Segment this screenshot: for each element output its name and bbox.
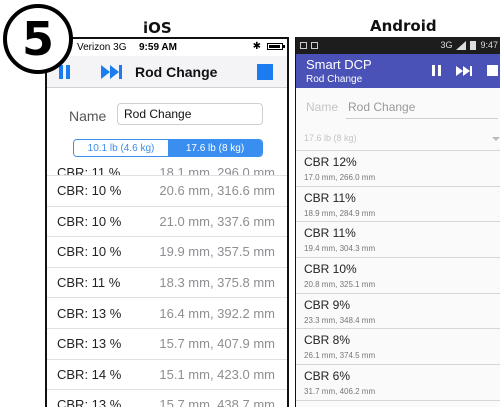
depth-value: 15.1 mm, 423.0 mm — [159, 366, 275, 382]
image-icon — [311, 42, 318, 49]
cbr-label: CBR 6% — [304, 369, 351, 384]
step-number-badge: 5 — [3, 4, 73, 74]
cbr-label: CBR: 13 % — [57, 397, 122, 407]
list-item[interactable]: CBR: 10 % 20.6 mm, 316.6 mm — [47, 176, 287, 207]
list-item[interactable]: CBR 9% 23.3 mm, 348.4 mm — [296, 294, 500, 330]
cbr-label: CBR 10% — [304, 262, 357, 277]
weight-segmented-control: 10.1 lb (4.6 kg) 17.6 lb (8 kg) — [73, 139, 263, 157]
android-status-bar: 3G 9:47 — [296, 37, 500, 54]
name-label: Name — [69, 108, 107, 124]
list-item[interactable]: CBR 8% 26.1 mm, 374.5 mm — [296, 329, 500, 366]
name-field-underline — [346, 118, 498, 119]
depth-value: 18.1 mm, 296.0 mm — [159, 165, 275, 176]
list-item[interactable]: CBR: 11 % 18.1 mm, 296.0 mm — [47, 158, 287, 176]
depth-value: 20.6 mm, 316.6 mm — [159, 183, 275, 199]
weight-option-light[interactable]: 10.1 lb (4.6 kg) — [74, 140, 168, 156]
cbr-label: CBR 11% — [304, 190, 356, 205]
list-item[interactable]: CBR 6% 31.7 mm, 406.2 mm — [296, 365, 500, 401]
reading-list: CBR: 11 % 18.1 mm, 296.0 mm CBR: 10 % 20.6… — [47, 158, 287, 407]
cbr-label: CBR: 13 % — [57, 305, 122, 321]
list-item[interactable]: CBR: 13 % 15.7 mm, 407.9 mm — [47, 329, 287, 360]
name-row: Name Rod Change — [47, 102, 287, 128]
list-item[interactable]: CBR: 13 % 16.4 mm, 392.2 mm — [47, 298, 287, 329]
ios-nav-bar: Rod Change — [47, 56, 287, 88]
cbr-label: CBR 9% — [304, 297, 351, 312]
name-field[interactable]: Rod Change — [117, 103, 263, 125]
android-platform-label: Android — [370, 17, 437, 35]
skip-forward-button[interactable] — [101, 64, 123, 80]
depth-value: 23.3 mm, 348.4 mm — [304, 315, 376, 325]
pause-button[interactable] — [432, 65, 441, 76]
list-item[interactable]: CBR 11% 18.9 mm, 284.9 mm — [296, 187, 500, 223]
cbr-label: CBR 11% — [304, 226, 356, 241]
cbr-label: CBR: 11 % — [57, 275, 121, 291]
ios-status-bar: Verizon 3G 9:59 AM ✱ — [47, 39, 287, 56]
cbr-label: CBR: 10 % — [57, 213, 122, 229]
list-item[interactable]: CBR: 14 % 15.1 mm, 423.0 mm — [47, 360, 287, 391]
battery-icon — [470, 41, 477, 50]
list-item[interactable]: CBR 10% 20.8 mm, 325.1 mm — [296, 258, 500, 294]
cbr-label: CBR: 11 % — [57, 165, 121, 176]
carrier-label: Verizon 3G — [77, 42, 127, 53]
nav-title: Rod Change — [135, 64, 218, 80]
stop-button[interactable] — [487, 65, 498, 76]
app-subtitle: Rod Change — [306, 74, 363, 85]
weight-option-heavy[interactable]: 17.6 lb (8 kg) — [168, 140, 262, 156]
ios-platform-label: iOS — [143, 19, 172, 37]
depth-value: 20.8 mm, 325.1 mm — [304, 280, 376, 290]
depth-value: 15.7 mm, 438.7 mm — [159, 397, 275, 407]
stop-button[interactable] — [257, 64, 273, 80]
depth-value: 21.0 mm, 337.6 mm — [159, 213, 275, 229]
depth-value: 19.9 mm, 357.5 mm — [159, 244, 275, 260]
cbr-label: CBR 12% — [304, 155, 357, 169]
list-item[interactable]: CBR 11% 19.4 mm, 304.3 mm — [296, 222, 500, 259]
depth-value: 15.7 mm, 407.9 mm — [159, 336, 275, 352]
list-item[interactable]: CBR: 13 % 15.7 mm, 438.7 mm — [47, 390, 287, 407]
cbr-label: CBR 8% — [304, 333, 351, 348]
notification-icon — [300, 42, 307, 49]
skip-forward-button[interactable] — [456, 65, 472, 77]
depth-value: 26.1 mm, 374.5 mm — [304, 351, 376, 361]
battery-icon — [267, 43, 285, 50]
status-time: 9:47 — [480, 40, 498, 50]
name-label: Name — [306, 100, 339, 114]
signal-icon — [456, 40, 467, 50]
network-type: 3G — [440, 40, 453, 50]
ios-screen: Verizon 3G 9:59 AM ✱ Rod Change Name Rod… — [45, 37, 289, 407]
list-item[interactable]: CBR: 10 % 21.0 mm, 337.6 mm — [47, 207, 287, 238]
weight-dropdown[interactable]: 17.6 lb (8 kg) — [304, 133, 357, 143]
bluetooth-icon: ✱ — [252, 41, 261, 52]
cbr-label: CBR: 14 % — [57, 366, 122, 382]
depth-value: 31.7 mm, 406.2 mm — [304, 387, 376, 397]
reading-list: CBR 12% 17.0 mm, 266.0 mm CBR 11% 18.9 mm,… — [296, 150, 500, 401]
android-toolbar: Smart DCP Rod Change — [296, 54, 500, 88]
depth-value: 18.9 mm, 284.9 mm — [304, 208, 376, 218]
list-item[interactable]: CBR: 11 % 18.3 mm, 375.8 mm — [47, 268, 287, 299]
depth-value: 17.0 mm, 266.0 mm — [304, 173, 376, 182]
list-item[interactable]: CBR 12% 17.0 mm, 266.0 mm — [296, 151, 500, 187]
cbr-label: CBR: 10 % — [57, 183, 122, 199]
list-item[interactable]: CBR: 10 % 19.9 mm, 357.5 mm — [47, 237, 287, 268]
cbr-label: CBR: 13 % — [57, 336, 122, 352]
status-time: 9:59 AM — [139, 42, 177, 53]
app-title: Smart DCP — [306, 57, 372, 72]
depth-value: 18.3 mm, 375.8 mm — [159, 275, 275, 291]
depth-value: 19.4 mm, 304.3 mm — [304, 244, 376, 254]
pause-button[interactable] — [59, 65, 70, 79]
cbr-label: CBR: 10 % — [57, 244, 122, 260]
android-screen: 3G 9:47 Smart DCP Rod Change Name Rod Ch… — [295, 37, 500, 407]
depth-value: 16.4 mm, 392.2 mm — [159, 305, 275, 321]
name-field[interactable]: Rod Change — [348, 100, 415, 114]
dropdown-arrow-icon[interactable] — [492, 137, 500, 141]
